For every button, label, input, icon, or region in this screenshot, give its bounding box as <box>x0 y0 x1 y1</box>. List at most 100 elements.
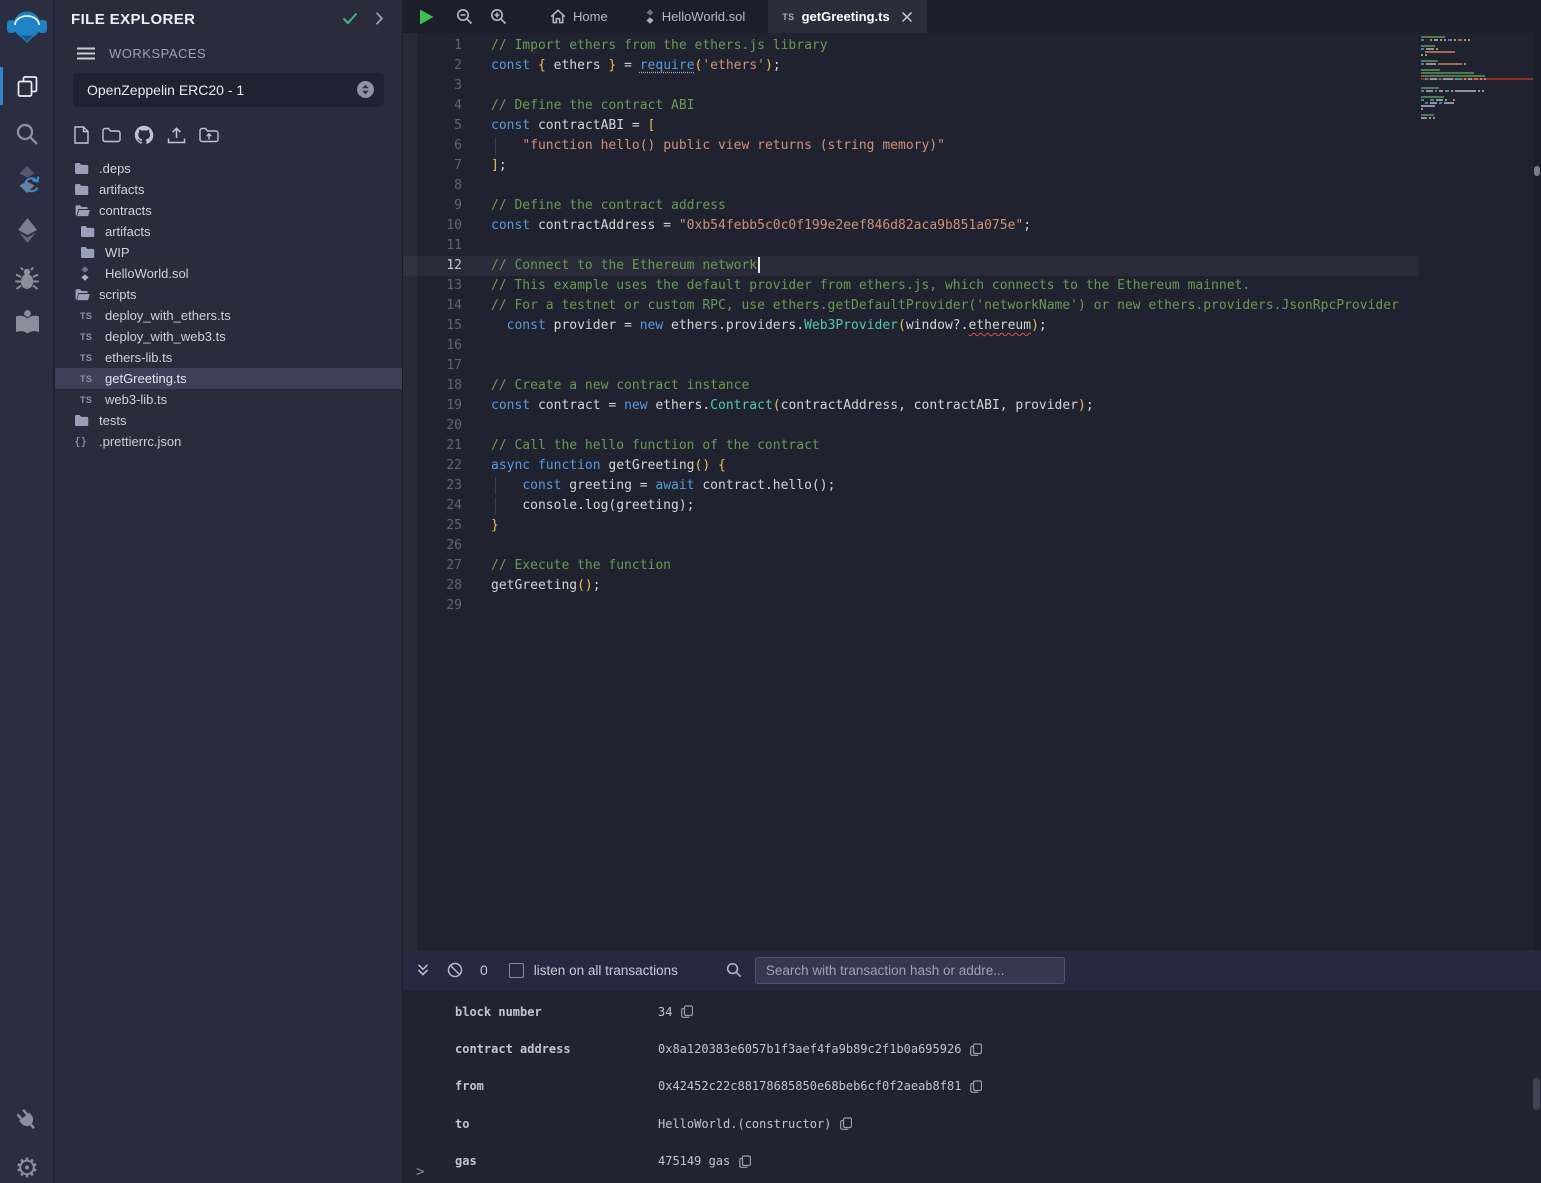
line-number: 14 <box>417 296 462 316</box>
code-text: const contract = new ethers.Contract(con… <box>491 396 1094 416</box>
file-tree-item-label: tests <box>99 413 126 428</box>
solidity-unit-testing-icon[interactable] <box>0 300 54 344</box>
copy-icon[interactable] <box>970 1043 982 1056</box>
check-icon[interactable] <box>342 12 358 30</box>
file-tree-item-artifacts[interactable]: artifacts <box>55 221 402 242</box>
deploy-and-run-icon[interactable] <box>0 208 54 252</box>
line-number: 3 <box>417 76 462 96</box>
minimap-line <box>1421 63 1533 65</box>
typescript-file-icon: TS <box>80 332 98 342</box>
file-tree-item-deploy-with-ethers-ts[interactable]: TSdeploy_with_ethers.ts <box>55 305 402 326</box>
minimap-line <box>1421 78 1533 80</box>
listen-checkbox-label[interactable]: listen on all transactions <box>534 963 678 978</box>
file-tree-item-tests[interactable]: tests <box>55 410 402 431</box>
collapse-terminal-icon[interactable] <box>416 963 430 977</box>
clone-github-icon[interactable] <box>134 125 154 145</box>
code-text: ]; <box>491 156 507 176</box>
zoom-in-button[interactable] <box>490 8 507 25</box>
copy-icon[interactable] <box>739 1155 751 1168</box>
code-line-11: 11 <box>403 236 1419 256</box>
code-line-15: 15 const provider = new ethers.providers… <box>403 316 1419 336</box>
solidity-compiler-icon[interactable] <box>0 158 54 202</box>
close-tab-icon[interactable] <box>901 11 913 23</box>
folder-open-icon <box>74 204 92 217</box>
code-text: const provider = new ethers.providers.We… <box>491 316 1047 336</box>
listen-all-transactions-checkbox[interactable] <box>509 963 524 978</box>
editor-scrollbar-thumb[interactable] <box>1534 166 1540 176</box>
code-text: const contractABI = [ <box>491 116 655 136</box>
minimap-line <box>1421 105 1533 107</box>
tab-helloworld-sol[interactable]: HelloWorld.sol <box>631 0 760 33</box>
line-number: 19 <box>417 396 462 416</box>
line-number: 15 <box>417 316 462 336</box>
file-tree-item-deploy-with-web3-ts[interactable]: TSdeploy_with_web3.ts <box>55 326 402 347</box>
file-tree-item--prettierrc-json[interactable]: {}.prettierrc.json <box>55 431 402 452</box>
tab-home[interactable]: Home <box>536 0 622 33</box>
upload-file-icon[interactable] <box>167 127 186 144</box>
code-line-17: 17 <box>403 356 1419 376</box>
copy-icon[interactable] <box>681 1005 693 1018</box>
transaction-search-input[interactable] <box>755 957 1065 984</box>
editor-tabbar: Home HelloWorld.sol TS getGreeting.ts <box>403 0 1541 33</box>
code-line-19: 19 const contract = new ethers.Contract(c… <box>403 396 1419 416</box>
upload-folder-icon[interactable] <box>199 127 219 143</box>
panel-title: FILE EXPLORER <box>71 11 195 28</box>
code-line-4: 4// Define the contract ABI <box>403 96 1419 116</box>
copy-icon[interactable] <box>840 1117 852 1130</box>
run-script-button[interactable] <box>418 8 435 26</box>
clear-console-icon[interactable] <box>447 962 463 978</box>
folder-icon <box>80 246 98 259</box>
tx-detail-label: from <box>455 1079 658 1093</box>
tx-detail-row-block-number: block number34 <box>403 993 1541 1030</box>
remix-logo-icon[interactable] <box>0 6 54 50</box>
file-tree-item-ethers-lib-ts[interactable]: TSethers-lib.ts <box>55 347 402 368</box>
code-text: // This example uses the default provide… <box>491 276 1250 296</box>
file-tree-item-wip[interactable]: WIP <box>55 242 402 263</box>
file-tree-item--deps[interactable]: .deps <box>55 158 402 179</box>
select-caret-icon <box>357 81 374 103</box>
line-number: 12 <box>417 256 462 276</box>
line-number: 23 <box>417 476 462 496</box>
file-tree-item-helloworld-sol[interactable]: HelloWorld.sol <box>55 263 402 284</box>
workspace-select[interactable]: OpenZeppelin ERC20 - 1 <box>73 73 384 107</box>
file-tree-item-label: WIP <box>105 245 130 260</box>
new-file-icon[interactable] <box>74 126 89 144</box>
minimap[interactable] <box>1419 34 1533 123</box>
hamburger-menu-icon[interactable] <box>77 47 95 60</box>
tx-detail-label: contract address <box>455 1042 658 1056</box>
file-tree-item-getgreeting-ts[interactable]: TSgetGreeting.ts <box>55 368 402 389</box>
typescript-file-icon: TS <box>80 395 98 405</box>
tab-getgreeting-ts[interactable]: TS getGreeting.ts <box>768 0 926 33</box>
line-number: 21 <box>417 436 462 456</box>
terminal-scrollbar-thumb[interactable] <box>1533 1078 1540 1110</box>
line-number: 11 <box>417 236 462 256</box>
search-icon[interactable] <box>0 112 54 156</box>
debugger-icon[interactable] <box>0 256 54 300</box>
tx-detail-value: HelloWorld.(constructor) <box>658 1117 831 1131</box>
chevron-right-icon[interactable] <box>375 11 384 31</box>
plugin-manager-icon[interactable] <box>0 1098 54 1142</box>
copy-icon[interactable] <box>970 1080 982 1093</box>
text-cursor <box>758 257 760 273</box>
tx-detail-row-to: toHelloWorld.(constructor) <box>403 1105 1541 1142</box>
code-line-12: 12// Connect to the Ethereum network <box>403 256 1419 276</box>
code-text: const { ethers } = require('ethers'); <box>491 56 781 76</box>
code-editor[interactable]: 1// Import ethers from the ethers.js lib… <box>403 33 1541 950</box>
terminal-prompt[interactable]: > <box>416 1164 424 1180</box>
file-explorer-icon[interactable] <box>0 64 54 108</box>
code-text: "function hello() public view returns (s… <box>491 136 945 156</box>
code-line-2: 2const { ethers } = require('ethers'); <box>403 56 1419 76</box>
line-number: 9 <box>417 196 462 216</box>
file-tree-item-artifacts[interactable]: artifacts <box>55 179 402 200</box>
settings-icon[interactable]: ⚙ <box>0 1146 54 1183</box>
file-tree-item-label: HelloWorld.sol <box>105 266 189 281</box>
typescript-icon: TS <box>782 12 794 22</box>
new-folder-icon[interactable] <box>102 127 121 143</box>
file-tree-item-contracts[interactable]: contracts <box>55 200 402 221</box>
file-tree-item-scripts[interactable]: scripts <box>55 284 402 305</box>
tab-label: getGreeting.ts <box>802 9 890 24</box>
code-text: async function getGreeting() { <box>491 456 726 476</box>
zoom-out-button[interactable] <box>456 8 473 25</box>
code-line-1: 1// Import ethers from the ethers.js lib… <box>403 36 1419 56</box>
file-tree-item-web3-lib-ts[interactable]: TSweb3-lib.ts <box>55 389 402 410</box>
